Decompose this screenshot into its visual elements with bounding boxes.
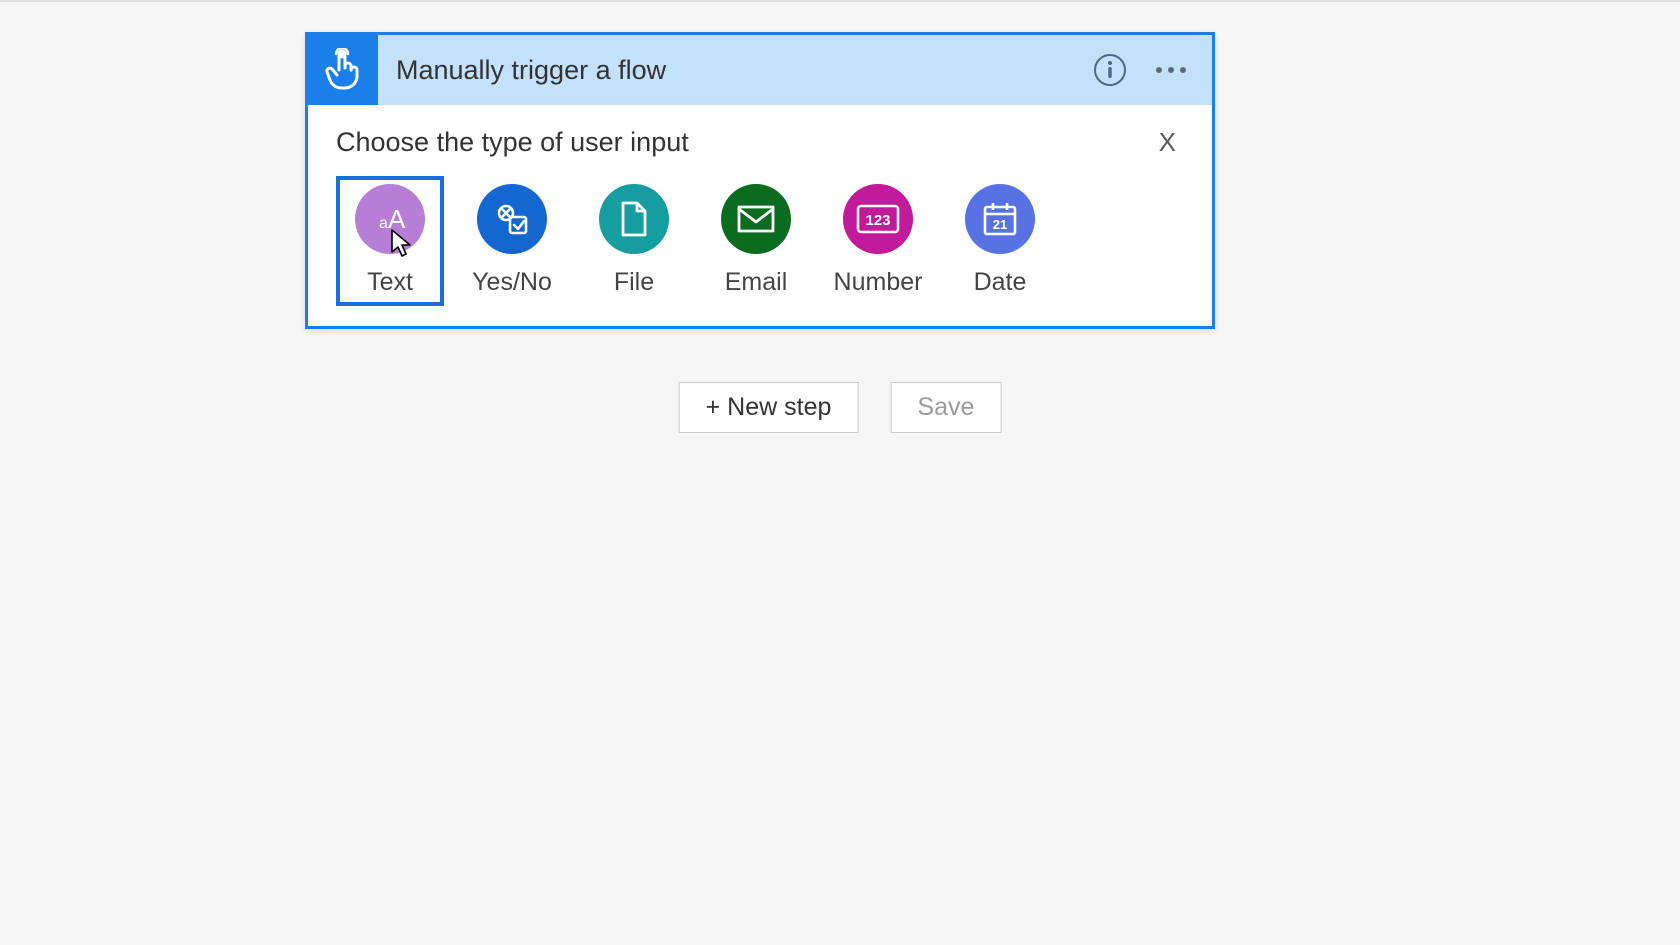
- option-label: Date: [974, 268, 1027, 297]
- close-icon[interactable]: X: [1151, 123, 1184, 162]
- card-title: Manually trigger a flow: [378, 35, 1094, 105]
- card-body: Choose the type of user input X aA Text Ye…: [308, 105, 1212, 326]
- yesno-icon: [477, 184, 547, 254]
- card-header-actions: [1094, 35, 1212, 105]
- input-type-option-email[interactable]: Email: [702, 176, 810, 306]
- option-label: Email: [725, 268, 788, 297]
- footer-actions: + New step Save: [679, 382, 1002, 433]
- svg-text:a: a: [379, 215, 388, 232]
- option-label: File: [614, 268, 654, 297]
- input-type-option-number[interactable]: 123 Number: [824, 176, 932, 306]
- save-button[interactable]: Save: [890, 382, 1001, 433]
- input-type-option-yesno[interactable]: Yes/No: [458, 176, 566, 306]
- option-label: Text: [367, 268, 413, 297]
- trigger-icon: [308, 35, 378, 105]
- body-title: Choose the type of user input: [336, 127, 689, 158]
- input-type-option-file[interactable]: File: [580, 176, 688, 306]
- svg-text:A: A: [388, 204, 406, 234]
- flow-canvas: Manually trigger a flow Choose the type …: [0, 2, 1680, 945]
- input-type-option-text[interactable]: aA Text: [336, 176, 444, 306]
- new-step-button[interactable]: + New step: [679, 382, 859, 433]
- more-icon[interactable]: [1152, 59, 1190, 81]
- option-label: Number: [834, 268, 923, 297]
- option-label: Yes/No: [472, 268, 552, 297]
- info-icon[interactable]: [1094, 54, 1126, 86]
- input-type-option-date[interactable]: 21 Date: [946, 176, 1054, 306]
- svg-text:21: 21: [993, 217, 1007, 232]
- date-icon: 21: [965, 184, 1035, 254]
- svg-text:123: 123: [865, 212, 890, 229]
- email-icon: [721, 184, 791, 254]
- text-icon: aA: [355, 184, 425, 254]
- trigger-card: Manually trigger a flow Choose the type …: [305, 32, 1215, 329]
- card-header[interactable]: Manually trigger a flow: [308, 35, 1212, 105]
- number-icon: 123: [843, 184, 913, 254]
- input-type-options: aA Text Yes/No File Email 123 Number 21 Date: [336, 176, 1184, 306]
- file-icon: [599, 184, 669, 254]
